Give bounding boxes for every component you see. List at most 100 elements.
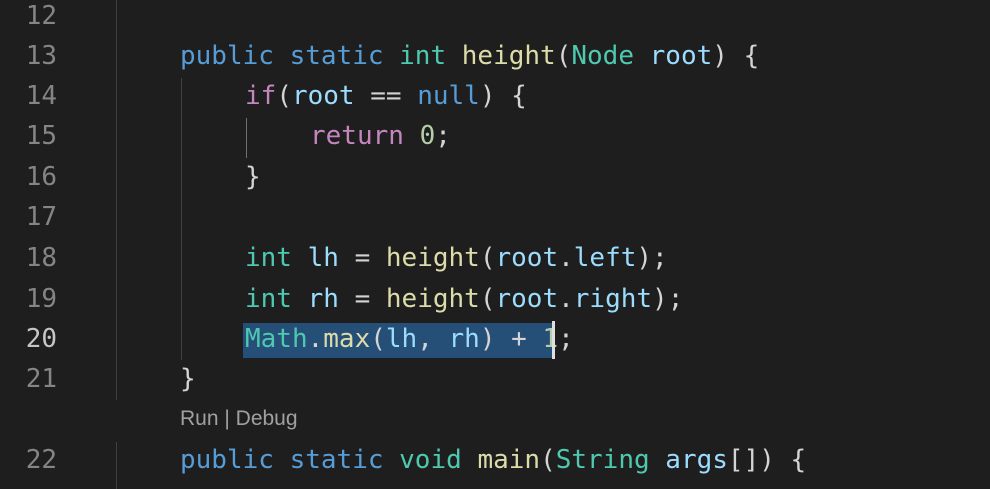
- code-token: );: [652, 284, 684, 314]
- code-token: ;: [435, 121, 451, 151]
- code-token: left: [573, 243, 637, 273]
- line-number: 20: [25, 324, 57, 354]
- code-text: public static int height(Node root) {: [180, 36, 759, 76]
- code-token: root: [495, 243, 559, 273]
- code-token: []) {: [727, 445, 807, 475]
- code-line[interactable]: 19 int rh = height(root.right);: [0, 279, 990, 319]
- code-line[interactable]: 17: [0, 197, 990, 237]
- code-token: lh: [307, 243, 339, 273]
- code-token: int: [245, 284, 292, 314]
- code-text: int rh = height(root.right);: [245, 279, 683, 319]
- codelens-separator: |: [218, 407, 236, 430]
- code-token: String: [555, 445, 650, 475]
- code-token: int: [245, 243, 292, 273]
- code-token: }: [180, 364, 196, 394]
- code-token: ==: [354, 81, 418, 111]
- code-token: static: [289, 445, 384, 475]
- code-token: (: [276, 81, 292, 111]
- error-squiggle: [245, 352, 545, 358]
- code-token: height: [461, 41, 556, 71]
- codelens-debug-link[interactable]: Debug: [236, 407, 298, 430]
- code-line[interactable]: 21}: [0, 359, 990, 399]
- code-line[interactable]: 22 public static void main(String args[])…: [0, 440, 990, 480]
- code-token: height: [385, 284, 480, 314]
- code-text: if(root == null) {: [245, 76, 527, 116]
- code-token: root: [649, 41, 713, 71]
- code-token: (: [370, 324, 386, 354]
- code-token: static: [289, 41, 384, 71]
- code-line[interactable]: 13 public static int height(Node root) {: [0, 36, 990, 76]
- line-number: 18: [25, 243, 57, 273]
- code-token: Math: [245, 324, 308, 354]
- code-token: return: [310, 121, 404, 151]
- codelens: Run | Debug: [180, 404, 298, 434]
- code-line[interactable]: 15 return 0;: [0, 116, 990, 156]
- code-token: lh: [385, 324, 418, 354]
- code-line[interactable]: 12: [0, 0, 990, 36]
- code-token: );: [636, 243, 668, 273]
- code-text: }: [180, 359, 196, 399]
- line-number: 19: [25, 284, 57, 314]
- code-token: args: [665, 445, 728, 475]
- line-number: 22: [25, 445, 57, 475]
- code-line[interactable]: 14 if(root == null) {: [0, 76, 990, 116]
- code-token: rh: [448, 324, 480, 354]
- line-number: 16: [25, 162, 57, 192]
- code-token: int: [399, 41, 447, 71]
- code-token: void: [399, 445, 462, 475]
- code-token: root: [495, 284, 559, 314]
- code-token: =: [338, 284, 386, 314]
- code-token: ,: [417, 324, 449, 354]
- code-token: public: [180, 41, 274, 71]
- code-token: (: [555, 41, 572, 71]
- code-token: =: [338, 243, 386, 273]
- code-token: .: [558, 243, 574, 273]
- code-token: ;: [558, 324, 574, 354]
- text-cursor: [552, 321, 555, 359]
- code-token: ) {: [479, 81, 527, 111]
- line-number: 15: [25, 121, 57, 151]
- codelens-run-link[interactable]: Run: [180, 407, 219, 430]
- line-number: 13: [25, 41, 57, 71]
- code-text: public static void main(String args[]) {: [180, 440, 806, 480]
- code-token: ) +: [479, 324, 543, 354]
- code-token: rh: [307, 284, 339, 314]
- code-editor[interactable]: 12 13 public static int height(Node root) …: [0, 0, 990, 489]
- code-token: }: [245, 162, 261, 192]
- code-token: root: [291, 81, 355, 111]
- code-token: (: [479, 284, 496, 314]
- code-text: int lh = height(root.left);: [245, 238, 668, 278]
- code-token: ) {: [712, 41, 760, 71]
- code-token: .: [307, 324, 324, 354]
- code-token: right: [573, 284, 653, 314]
- code-token: (: [479, 243, 496, 273]
- code-token: (: [540, 445, 556, 475]
- line-number: 21: [25, 364, 57, 394]
- code-token: .: [558, 284, 574, 314]
- code-line[interactable]: 16}: [0, 157, 990, 197]
- code-token: 1: [542, 324, 559, 354]
- code-text: }: [245, 157, 261, 197]
- code-token: max: [323, 324, 371, 354]
- code-token: null: [417, 81, 480, 111]
- code-token: height: [385, 243, 480, 273]
- code-token: if: [245, 81, 277, 111]
- code-text: return 0;: [310, 116, 451, 156]
- line-number: 14: [25, 81, 57, 111]
- line-number: 17: [25, 202, 57, 232]
- code-token: Node: [571, 41, 634, 71]
- code-token: public: [180, 445, 274, 475]
- code-line[interactable]: 18 int lh = height(root.left);: [0, 238, 990, 278]
- code-token: 0: [419, 121, 436, 151]
